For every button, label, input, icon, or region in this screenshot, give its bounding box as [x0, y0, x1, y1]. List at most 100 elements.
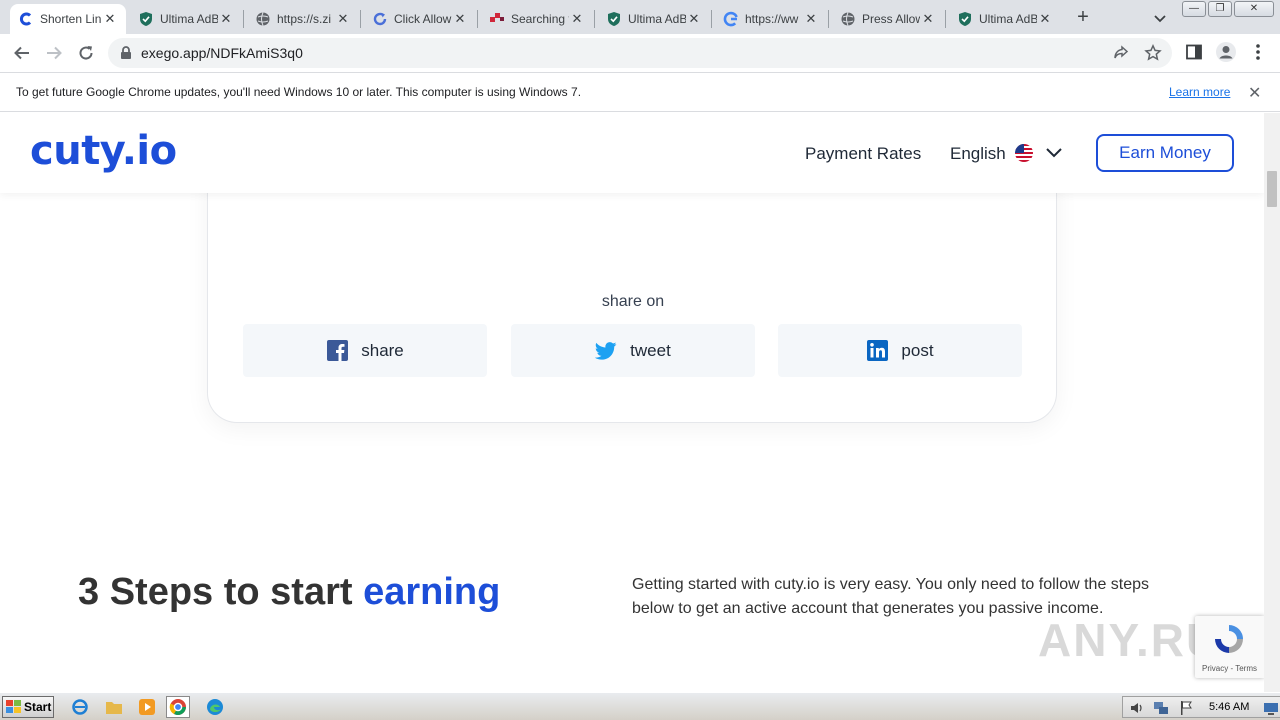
infobar-close-icon[interactable]: ✕: [1248, 83, 1261, 103]
steps-heading: 3 Steps to start earning: [78, 571, 500, 614]
tab-title: Press Allow: [862, 12, 920, 26]
learn-more-link[interactable]: Learn more: [1169, 85, 1230, 99]
lock-icon[interactable]: [120, 46, 132, 65]
language-chevron-down-icon[interactable]: [1045, 145, 1063, 166]
share-page-icon[interactable]: [1112, 44, 1130, 67]
tab-strip: Shorten Lin ✕ Ultima AdBl ✕ https://s.zi…: [0, 0, 1280, 34]
close-tab-icon[interactable]: ✕: [1037, 11, 1053, 27]
start-label: Start: [24, 700, 52, 714]
tab-title: Ultima AdBl: [979, 12, 1037, 26]
show-desktop-icon[interactable]: [1263, 700, 1279, 720]
steps-heading-prefix: 3 Steps to start: [78, 571, 364, 613]
close-tab-icon[interactable]: ✕: [686, 11, 702, 27]
twitter-icon: [595, 340, 617, 362]
tab-ultima-adblock-2[interactable]: Ultima AdBl ✕: [598, 4, 710, 34]
tab-click-allow[interactable]: Click Allow ✕: [364, 4, 476, 34]
tab-ultima-adblock-3[interactable]: Ultima AdBl ✕: [949, 4, 1061, 34]
google-icon: [723, 11, 739, 27]
steps-heading-accent: earning: [363, 571, 501, 613]
tab-title: Ultima AdBl: [628, 12, 686, 26]
minimize-window-button[interactable]: —: [1182, 1, 1206, 17]
tab-title: https://ww: [745, 12, 799, 26]
close-tab-icon[interactable]: ✕: [569, 11, 585, 27]
twitter-share-label: tweet: [630, 340, 671, 360]
media-player-icon[interactable]: [137, 697, 157, 717]
facebook-icon: [326, 340, 348, 362]
payment-rates-link[interactable]: Payment Rates: [805, 144, 921, 164]
cuty-favicon-icon: [18, 11, 34, 27]
recaptcha-icon: [1212, 622, 1246, 661]
linkedin-share-label: post: [901, 340, 934, 360]
site-logo[interactable]: cuty.io: [30, 128, 177, 174]
tab-press-allow[interactable]: Press Allow ✕: [832, 4, 944, 34]
tab-google[interactable]: https://ww ✕: [715, 4, 827, 34]
page-scrollbar[interactable]: [1264, 113, 1280, 692]
internet-explorer-icon[interactable]: [70, 697, 90, 717]
recaptcha-links[interactable]: Privacy - Terms: [1195, 664, 1264, 673]
volume-icon[interactable]: [1129, 700, 1145, 720]
system-clock[interactable]: 5:46 AM: [1209, 701, 1249, 713]
share-card: share on share tweet post: [207, 153, 1057, 423]
shield-icon: [957, 11, 973, 27]
address-bar[interactable]: exego.app/NDFkAmiS3q0: [108, 38, 1172, 68]
new-tab-button[interactable]: +: [1072, 7, 1094, 29]
reload-button[interactable]: [74, 41, 98, 65]
us-flag-icon[interactable]: [1015, 144, 1033, 162]
update-infobar: To get future Google Chrome updates, you…: [0, 72, 1280, 112]
tab-title: Searching f: [511, 12, 569, 26]
tab-searching[interactable]: Searching f ✕: [481, 4, 593, 34]
scrollbar-thumb[interactable]: [1267, 171, 1277, 207]
tab-title: Shorten Lin: [40, 12, 102, 26]
recaptcha-badge[interactable]: Privacy - Terms: [1195, 616, 1264, 678]
tab-search-chevron-icon[interactable]: [1150, 8, 1170, 28]
start-button[interactable]: Start: [2, 696, 54, 718]
tab-ultima-adblock-1[interactable]: Ultima AdBl ✕: [130, 4, 242, 34]
close-tab-icon[interactable]: ✕: [102, 11, 118, 27]
url-text[interactable]: exego.app/NDFkAmiS3q0: [141, 45, 303, 61]
action-center-flag-icon[interactable]: [1179, 700, 1193, 720]
page-viewport: cuty.io Payment Rates English Earn Money…: [0, 113, 1264, 692]
chrome-menu-icon[interactable]: [1250, 43, 1266, 66]
chrome-taskbar-icon[interactable]: [166, 696, 190, 718]
close-tab-icon[interactable]: ✕: [218, 11, 234, 27]
bookmark-star-icon[interactable]: [1144, 43, 1162, 67]
tab-title: Click Allow: [394, 12, 452, 26]
globe-icon: [255, 11, 271, 27]
linkedin-icon: [866, 340, 888, 362]
windows-logo-icon: [6, 700, 21, 713]
system-tray: 5:46 AM: [1122, 696, 1280, 718]
close-tab-icon[interactable]: ✕: [803, 11, 819, 27]
twitter-share-button[interactable]: tweet: [511, 324, 755, 377]
edge-icon[interactable]: [205, 697, 225, 717]
shield-icon: [138, 11, 154, 27]
share-on-heading: share on: [601, 293, 665, 310]
network-icon[interactable]: [1153, 700, 1169, 720]
facebook-share-button[interactable]: share: [243, 324, 487, 377]
facebook-share-label: share: [361, 340, 404, 360]
refresh-icon: [372, 11, 388, 27]
site-header: cuty.io Payment Rates English Earn Money: [0, 113, 1264, 193]
browser-toolbar: exego.app/NDFkAmiS3q0: [0, 34, 1280, 72]
close-tab-icon[interactable]: ✕: [920, 11, 936, 27]
forward-button[interactable]: [42, 41, 66, 65]
side-panel-icon[interactable]: [1185, 43, 1203, 66]
restore-window-button[interactable]: ❐: [1208, 1, 1232, 17]
close-tab-icon[interactable]: ✕: [452, 11, 468, 27]
dots-icon: [489, 11, 505, 27]
tab-title: Ultima AdBl: [160, 12, 218, 26]
earn-money-button[interactable]: Earn Money: [1096, 134, 1234, 172]
file-explorer-icon[interactable]: [104, 697, 124, 717]
language-selector[interactable]: English: [950, 144, 1006, 164]
tab-shorten-link[interactable]: Shorten Lin ✕: [10, 4, 126, 34]
tab-s-zi[interactable]: https://s.zi ✕: [247, 4, 359, 34]
close-tab-icon[interactable]: ✕: [335, 11, 351, 27]
infobar-message: To get future Google Chrome updates, you…: [16, 85, 582, 99]
back-button[interactable]: [10, 41, 34, 65]
shield-icon: [606, 11, 622, 27]
close-window-button[interactable]: ✕: [1234, 1, 1274, 17]
globe-icon: [840, 11, 856, 27]
profile-avatar-icon[interactable]: [1215, 41, 1237, 68]
tab-title: https://s.zi: [277, 12, 332, 26]
windows-taskbar: Start 5:46 AM: [0, 692, 1280, 720]
linkedin-share-button[interactable]: post: [778, 324, 1022, 377]
